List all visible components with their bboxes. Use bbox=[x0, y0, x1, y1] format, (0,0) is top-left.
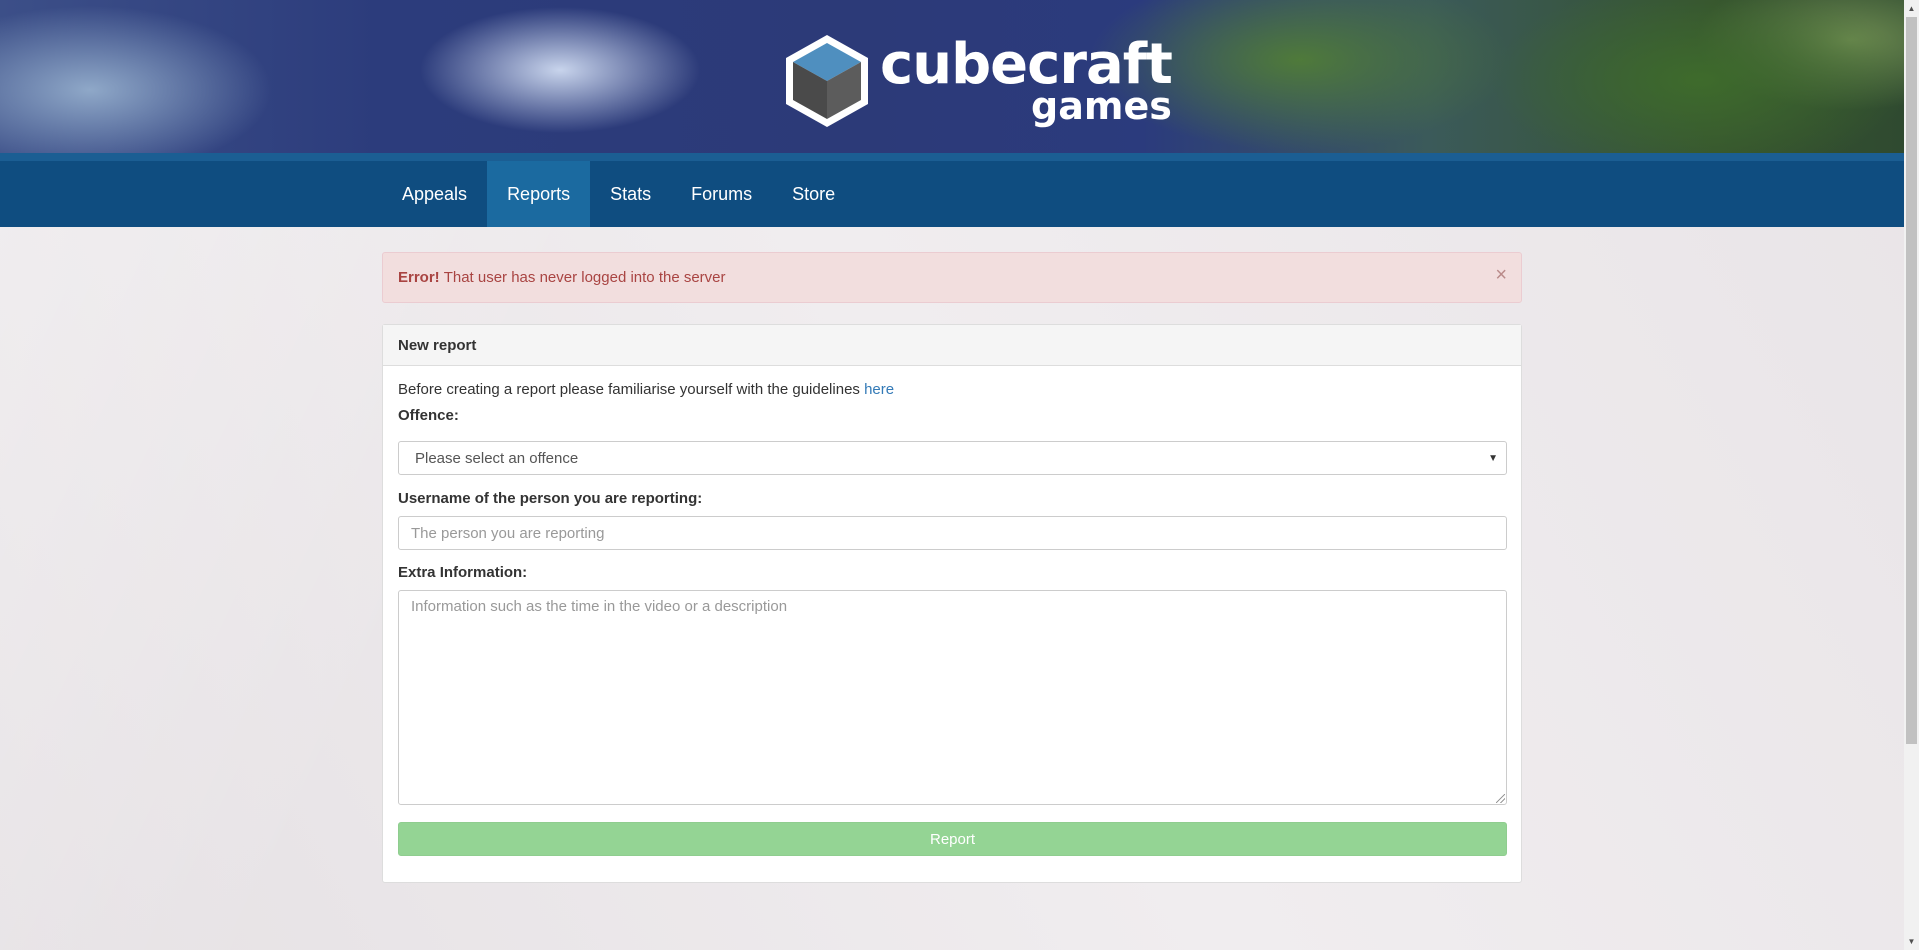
offence-select[interactable]: Please select an offence ▼ bbox=[398, 441, 1507, 475]
panel-title: New report bbox=[383, 325, 1521, 366]
logo-wordmark: cubecraft games bbox=[880, 37, 1173, 126]
nav-item-store[interactable]: Store bbox=[772, 161, 855, 227]
nav-item-appeals[interactable]: Appeals bbox=[382, 161, 487, 227]
site-logo[interactable]: cubecraft games bbox=[782, 32, 1173, 130]
new-report-panel: New report Before creating a report plea… bbox=[382, 324, 1522, 883]
extra-info-label: Extra Information: bbox=[398, 564, 528, 581]
resize-handle-icon[interactable] bbox=[1496, 794, 1505, 803]
alert-message: That user has never logged into the serv… bbox=[443, 269, 726, 286]
nav-menu: Appeals Reports Stats Forums Store bbox=[382, 161, 855, 227]
report-button[interactable]: Report bbox=[398, 822, 1507, 856]
alert-strong: Error! bbox=[398, 269, 440, 286]
offence-selected-value: Please select an offence bbox=[415, 449, 579, 467]
scroll-thumb[interactable] bbox=[1906, 17, 1917, 744]
guidelines-intro: Before creating a report please familiar… bbox=[398, 381, 894, 398]
intro-text: Before creating a report please familiar… bbox=[398, 381, 860, 398]
page: cubecraft games Appeals Reports Stats Fo… bbox=[0, 0, 1919, 950]
close-icon[interactable]: × bbox=[1495, 265, 1507, 285]
extra-info-textarea[interactable] bbox=[398, 590, 1507, 805]
guidelines-link[interactable]: here bbox=[864, 381, 894, 398]
header-banner: cubecraft games bbox=[0, 0, 1904, 153]
nav-item-forums[interactable]: Forums bbox=[671, 161, 772, 227]
nav-item-stats[interactable]: Stats bbox=[590, 161, 671, 227]
nav-item-reports[interactable]: Reports bbox=[487, 161, 591, 227]
scroll-up-arrow-icon[interactable]: ▲ bbox=[1904, 0, 1919, 17]
username-input[interactable] bbox=[398, 516, 1507, 550]
username-label: Username of the person you are reporting… bbox=[398, 490, 703, 507]
offence-label: Offence: bbox=[398, 407, 459, 424]
main-navbar: Appeals Reports Stats Forums Store bbox=[0, 153, 1904, 227]
error-alert: Error! That user has never logged into t… bbox=[382, 252, 1522, 303]
scroll-down-arrow-icon[interactable]: ▼ bbox=[1904, 933, 1919, 950]
page-scrollbar[interactable]: ▲ ▼ bbox=[1904, 0, 1919, 950]
cube-logo-icon bbox=[786, 35, 868, 127]
dropdown-arrow-icon: ▼ bbox=[1488, 453, 1498, 464]
